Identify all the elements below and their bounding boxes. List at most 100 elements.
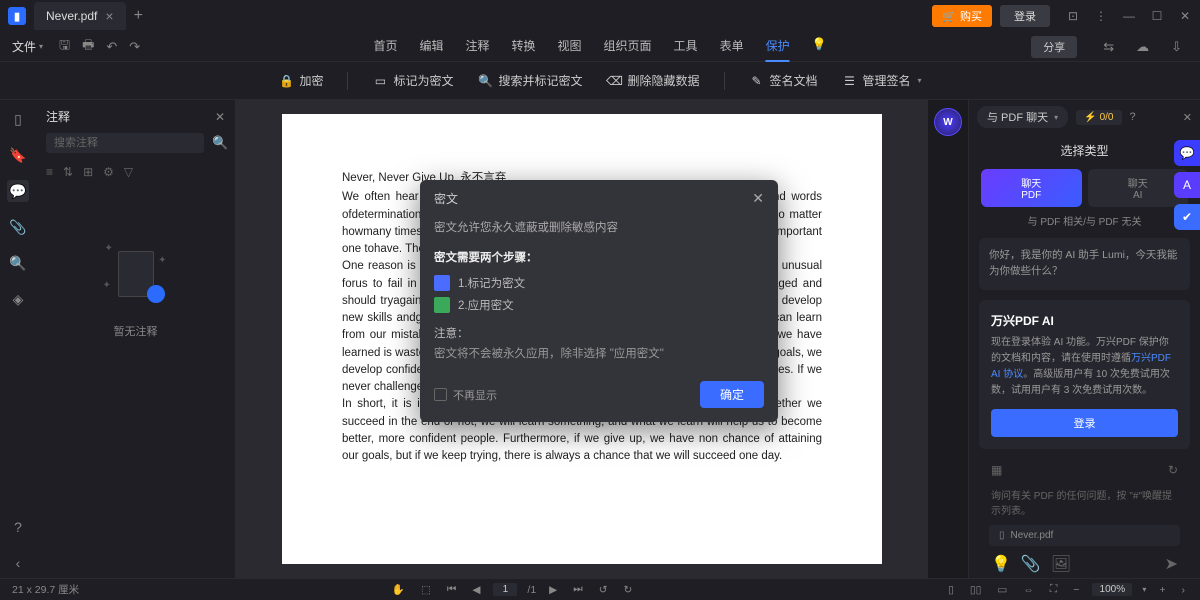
select-tool-icon[interactable]: ⬚ <box>418 584 434 596</box>
tab-view[interactable]: 视图 <box>558 31 582 62</box>
layers-icon[interactable]: ◈ <box>7 288 29 310</box>
promo-title: 万兴PDF AI <box>991 312 1178 329</box>
rotate-right-icon[interactable]: ↻ <box>621 584 636 596</box>
tab-protect[interactable]: 保护 <box>766 31 790 62</box>
float-a-icon[interactable]: A <box>1174 172 1200 198</box>
empty-state: ✦ ✦ ✦ 暂无注释 <box>36 189 235 578</box>
ai-mode-select[interactable]: 与 PDF 聊天▾ <box>977 106 1068 128</box>
tab-lightbulb-icon[interactable]: 💡 <box>812 31 827 62</box>
buy-button[interactable]: 🛒购买 <box>932 5 992 27</box>
bookmarks-icon[interactable]: 🔖 <box>7 144 29 166</box>
tab-home[interactable]: 首页 <box>373 31 397 62</box>
document-viewport[interactable]: Never, Never Give Up 永不言弃 We often hear … <box>236 100 928 578</box>
tab-edit[interactable]: 编辑 <box>419 31 443 62</box>
ai-tool-icon[interactable]: ▦ <box>991 463 1002 477</box>
separator <box>724 72 725 90</box>
sort-icon[interactable]: ⇅ <box>63 165 73 179</box>
sitemap-icon[interactable]: ⇆ <box>1103 39 1114 55</box>
filter-icon[interactable]: ⊞ <box>83 165 93 179</box>
single-page-icon[interactable]: ▯ <box>945 584 957 596</box>
ai-image-icon[interactable]: 🖼 <box>1051 554 1071 574</box>
ai-mode-label: 与 PDF 聊天 <box>987 109 1048 125</box>
first-page-icon[interactable]: ⏮ <box>444 583 459 596</box>
redo-icon[interactable]: ↷ <box>129 39 140 55</box>
rotate-left-icon[interactable]: ↺ <box>596 584 611 596</box>
annotations-panel: 注释 ✕ 🔍 ≡ ⇅ ⊞ ⚙ ▽ ✦ ✦ ✦ 暂无注释 <box>36 100 236 578</box>
tab-annotate[interactable]: 注释 <box>465 31 489 62</box>
window-close-icon[interactable]: ✕ <box>1178 9 1192 23</box>
manage-sign-icon: ☰ <box>842 73 858 89</box>
collapse-left-icon[interactable]: ‹ <box>7 552 29 574</box>
close-tab-icon[interactable]: × <box>105 8 113 24</box>
ai-idea-icon[interactable]: 💡 <box>991 554 1011 574</box>
options-icon[interactable]: ⚙ <box>103 165 114 179</box>
ai-refresh-icon[interactable]: ↻ <box>1168 463 1178 477</box>
file-menu-label: 文件 <box>12 38 36 55</box>
promo-login-button[interactable]: 登录 <box>991 409 1178 437</box>
annotation-search-input[interactable] <box>46 133 204 153</box>
print-icon[interactable]: 🖶 <box>82 36 94 58</box>
cloud-upload-icon[interactable]: ☁ <box>1136 39 1149 55</box>
ai-context-file[interactable]: ▯Never.pdf <box>989 525 1180 546</box>
comments-icon[interactable]: 💬 <box>7 180 29 202</box>
ai-sub: 与 PDF 相关/与 PDF 无关 <box>969 213 1200 238</box>
minimize-icon[interactable]: — <box>1122 9 1136 23</box>
panel-title: 注释 <box>46 108 70 125</box>
manage-sign-label: 管理签名 <box>863 72 911 89</box>
feedback-icon[interactable]: ⊡ <box>1066 9 1080 23</box>
mark-redaction-button[interactable]: ▭标记为密文 <box>372 72 453 89</box>
prev-page-icon[interactable]: ◀ <box>469 584 483 596</box>
next-page-icon[interactable]: ▶ <box>546 584 560 596</box>
ai-tab-pdf[interactable]: 聊天PDF <box>981 169 1082 207</box>
document-tab[interactable]: Never.pdf × <box>34 2 126 30</box>
maximize-icon[interactable]: ☐ <box>1150 9 1164 23</box>
signature-icon: ✎ <box>749 73 765 89</box>
panel-filter-tools: ≡ ⇅ ⊞ ⚙ ▽ <box>36 161 235 189</box>
tab-tools[interactable]: 工具 <box>674 31 698 62</box>
encrypt-button[interactable]: 🔒加密 <box>278 72 323 89</box>
empty-illustration: ✦ ✦ ✦ <box>101 239 171 309</box>
new-tab-button[interactable]: + <box>134 7 143 25</box>
float-check-icon[interactable]: ✔ <box>1174 204 1200 230</box>
page: Never, Never Give Up 永不言弃 We often hear … <box>282 114 882 564</box>
share-button[interactable]: 分享 <box>1031 36 1077 58</box>
ai-avatar-icon[interactable]: W <box>934 108 962 136</box>
file-menu[interactable]: 文件▾ <box>12 38 43 55</box>
search-redaction-button[interactable]: 🔍搜索并标记密文 <box>477 72 582 89</box>
kebab-icon[interactable]: ⋮ <box>1094 9 1108 23</box>
ai-help-icon[interactable]: ? <box>1130 111 1136 123</box>
tab-organize[interactable]: 组织页面 <box>604 31 652 62</box>
export-icon[interactable]: ⇩ <box>1171 39 1182 55</box>
undo-icon[interactable]: ↶ <box>106 39 117 55</box>
separator <box>347 72 348 90</box>
search-icon[interactable]: 🔍 <box>7 252 29 274</box>
tab-convert[interactable]: 转换 <box>512 31 536 62</box>
thumbnails-icon[interactable]: ▯ <box>7 108 29 130</box>
funnel-icon[interactable]: ▽ <box>124 165 133 179</box>
manage-sign-button[interactable]: ☰管理签名▾ <box>842 72 922 89</box>
save-icon[interactable]: 🖫 <box>59 36 70 58</box>
ai-avatar-column: W <box>928 100 968 578</box>
login-button[interactable]: 登录 <box>1000 5 1050 27</box>
bolt-icon: ⚡ <box>1084 112 1096 123</box>
attachments-icon[interactable]: 📎 <box>7 216 29 238</box>
search-icon[interactable]: 🔍 <box>212 135 228 151</box>
sign-doc-button[interactable]: ✎签名文档 <box>749 72 818 89</box>
credits-chip[interactable]: ⚡ 0/0 <box>1076 110 1121 125</box>
delete-hidden-button[interactable]: ⌫删除隐藏数据 <box>606 72 699 89</box>
last-page-icon[interactable]: ⏭ <box>570 583 585 596</box>
doc-title-zh: 永不言弃 <box>460 172 506 184</box>
ai-panel-close-icon[interactable]: ✕ <box>1183 111 1192 124</box>
panel-close-icon[interactable]: ✕ <box>215 110 225 124</box>
ai-send-icon[interactable]: ➤ <box>1165 554 1178 574</box>
page-dimensions: 21 x 29.7 厘米 <box>12 582 79 597</box>
ai-tab-ai[interactable]: 聊天AI <box>1088 169 1189 207</box>
float-chat-icon[interactable]: 💬 <box>1174 140 1200 166</box>
tab-forms[interactable]: 表单 <box>720 31 744 62</box>
page-number-input[interactable] <box>493 583 517 596</box>
help-icon[interactable]: ? <box>7 516 29 538</box>
credits-value: 0/0 <box>1100 112 1114 123</box>
hand-tool-icon[interactable]: ✋ <box>389 583 408 596</box>
list-view-icon[interactable]: ≡ <box>46 165 53 179</box>
ai-attach-icon[interactable]: 📎 <box>1021 554 1041 574</box>
